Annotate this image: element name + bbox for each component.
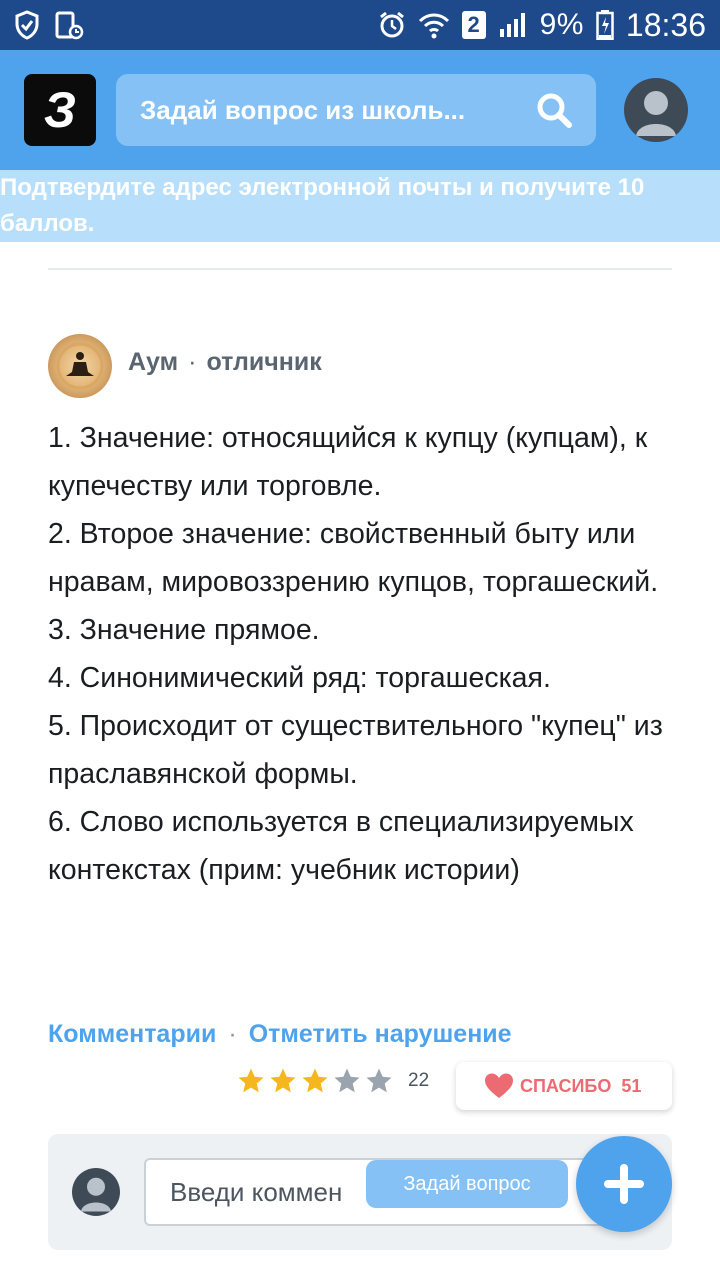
logo-letter: З <box>43 82 77 138</box>
wifi-icon <box>418 13 449 39</box>
answer-text: 1. Значение: относящийся к купцу (купцам… <box>48 414 678 894</box>
battery-icon <box>596 10 614 40</box>
separator: · <box>188 348 197 376</box>
author-avatar[interactable] <box>48 334 112 398</box>
star-icon[interactable] <box>364 1066 394 1096</box>
answer-line: 1. Значение: относящийся к купцу (купцам… <box>48 422 648 502</box>
battery-percent: 9% <box>539 8 584 41</box>
star-icon[interactable] <box>300 1066 330 1096</box>
alarm-icon <box>379 11 404 38</box>
thanks-label: СПАСИБО <box>520 1075 612 1096</box>
star-icon[interactable] <box>332 1066 362 1096</box>
app-header: З Задай вопрос из школь... <box>0 50 720 170</box>
banner-text: Подтвердите адрес электронной почты и по… <box>0 174 645 237</box>
plus-icon[interactable] <box>576 1136 672 1232</box>
thanks-button[interactable]: СПАСИБО 51 <box>456 1062 672 1110</box>
answer-line: 6. Слово используется в специализируемых… <box>48 806 634 886</box>
answer-line: 2. Второе значение: свойственный быту ил… <box>48 518 659 598</box>
clock: 18:36 <box>625 6 706 43</box>
user-icon <box>636 91 676 136</box>
user-avatar[interactable] <box>624 78 688 142</box>
shield-icon <box>15 10 39 40</box>
divider <box>48 268 672 270</box>
answer-line: 5. Происходит от существительного "купец… <box>48 710 663 790</box>
commenter-avatar <box>72 1168 120 1216</box>
brainly-logo[interactable]: З <box>24 74 96 146</box>
author-rank: отличник <box>206 348 322 376</box>
author-name[interactable]: Аум <box>128 348 178 376</box>
comment-placeholder: Введи коммен <box>170 1176 343 1207</box>
search-icon[interactable] <box>534 90 574 130</box>
answer-line: 4. Синонимический ряд: торгашеская. <box>48 662 551 694</box>
heart-icon <box>485 1073 513 1098</box>
ask-question-label: Задай вопрос <box>403 1172 531 1195</box>
email-confirmation-banner[interactable]: Подтвердите адрес электронной почты и по… <box>0 170 720 242</box>
separator: · <box>228 1020 237 1048</box>
search-bar[interactable]: Задай вопрос из школь... <box>116 74 596 146</box>
sim-slot-badge: 2 <box>461 11 486 39</box>
rating[interactable]: 22 <box>236 1066 429 1096</box>
signal-icon <box>499 13 525 37</box>
rating-count: 22 <box>408 1070 430 1091</box>
comments-link[interactable]: Комментарии <box>48 1020 216 1049</box>
star-icon[interactable] <box>268 1066 298 1096</box>
search-input[interactable]: Задай вопрос из школь... <box>140 95 465 126</box>
author-info: Аум · отличник <box>128 348 322 377</box>
answer-actions: Комментарии · Отметить нарушение <box>48 1020 512 1049</box>
user-icon <box>81 1177 111 1212</box>
ask-question-button[interactable]: Задай вопрос <box>366 1160 568 1208</box>
screen-icon <box>55 11 84 40</box>
star-icon[interactable] <box>236 1066 266 1096</box>
report-link[interactable]: Отметить нарушение <box>249 1020 512 1049</box>
status-bar: 2 9% 18:36 <box>0 0 720 50</box>
meditation-icon <box>56 342 104 390</box>
answer-line: 3. Значение прямое. <box>48 614 320 646</box>
thanks-count: 51 <box>621 1075 642 1096</box>
